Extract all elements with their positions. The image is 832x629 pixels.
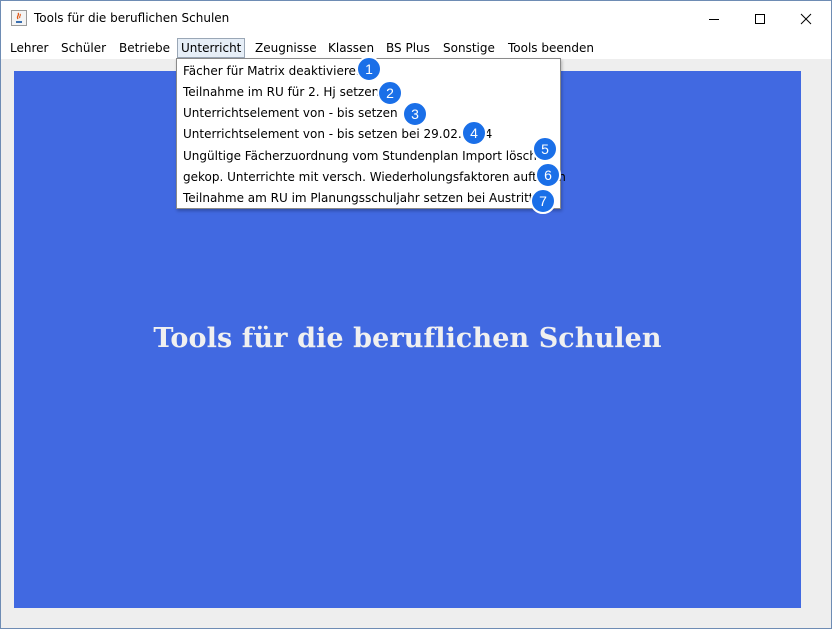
callout-badge: 6 (535, 162, 561, 188)
callout-badge: 3 (402, 101, 428, 127)
menu-unterricht[interactable]: Unterricht (177, 38, 246, 58)
menu-schueler[interactable]: Schüler (58, 38, 109, 58)
minimize-button[interactable] (691, 1, 737, 36)
close-icon (800, 13, 812, 24)
menu-item-faecher-matrix-deaktivieren[interactable]: Fächer für Matrix deaktivieren (183, 61, 363, 82)
menu-item-unterrichte-aufteilen[interactable]: gekop. Unterrichte mit versch. Wiederhol… (183, 167, 566, 188)
menu-item-teilnahme-ru-2hj[interactable]: Teilnahme im RU für 2. Hj setzen (183, 82, 379, 103)
minimize-icon (709, 18, 719, 20)
callout-badge: 5 (532, 136, 558, 162)
menu-item-faecherzuordnung-loeschen[interactable]: Ungültige Fächerzuordnung vom Stundenpla… (183, 146, 552, 167)
maximize-icon (755, 13, 765, 24)
callout-badge: 2 (377, 80, 403, 106)
menu-klassen[interactable]: Klassen (325, 38, 377, 58)
window-title: Tools für die beruflichen Schulen (34, 11, 230, 25)
menu-item-unterrichtselement-setzen[interactable]: Unterrichtselement von - bis setzen (183, 103, 398, 124)
menu-tools-beenden[interactable]: Tools beenden (505, 38, 597, 58)
menu-lehrer[interactable]: Lehrer (7, 38, 51, 58)
java-app-icon (11, 10, 27, 26)
menu-sonstige[interactable]: Sonstige (440, 38, 498, 58)
menu-bs-plus[interactable]: BS Plus (383, 38, 433, 58)
menu-bar: Lehrer Schüler Betriebe Unterricht Zeugn… (1, 37, 831, 59)
panel-title: Tools für die beruflichen Schulen (153, 323, 662, 354)
close-button[interactable] (783, 1, 829, 36)
callout-badge: 7 (530, 188, 556, 214)
menu-betriebe[interactable]: Betriebe (116, 38, 173, 58)
callout-badge: 1 (356, 56, 382, 82)
title-bar[interactable]: Tools für die beruflichen Schulen (1, 1, 831, 36)
menu-item-unterrichtselement-datum[interactable]: Unterrichtselement von - bis setzen bei … (183, 124, 492, 145)
menu-zeugnisse[interactable]: Zeugnisse (252, 38, 320, 58)
maximize-button[interactable] (737, 1, 783, 36)
callout-badge: 4 (461, 120, 487, 146)
menu-item-teilnahme-ru-austritt[interactable]: Teilnahme am RU im Planungsschuljahr set… (183, 188, 554, 209)
